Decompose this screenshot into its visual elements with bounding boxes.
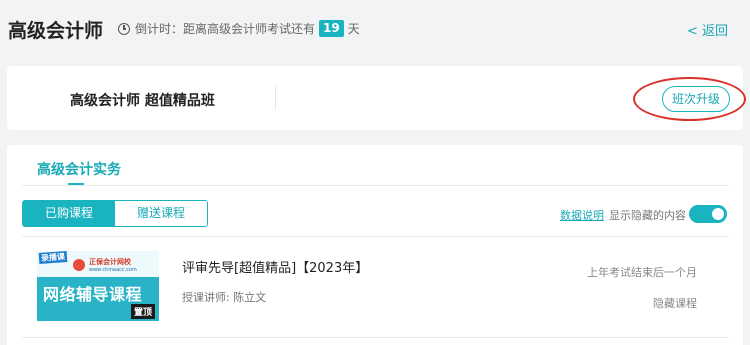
course-panel: 高级会计实务 已购课程 赠送课程 数据说明 显示隐藏的内容 录播课 正保会计网校… [7,145,743,345]
course-list-item: 录播课 正保会计网校 www.chinaacc.com 网络辅导课程 置顶 评审… [37,251,727,326]
pinned-badge: 置顶 [130,304,155,319]
course-expiry: 上年考试结束后一个月 [587,266,697,279]
data-help-link[interactable]: 数据说明 [560,207,604,223]
divider [22,185,729,186]
recorded-course-tag: 录播课 [38,251,68,264]
course-thumbnail[interactable]: 录播课 正保会计网校 www.chinaacc.com 网络辅导课程 置顶 [37,251,159,321]
page-title: 高级会计师 [8,20,104,42]
course-teacher: 授课讲师: 陈立文 [182,291,267,304]
thumbnail-title: 网络辅导课程 [43,285,143,304]
exam-countdown: 倒计时：距离高级会计师考试还有 19 天 [118,20,360,37]
divider [275,86,276,110]
class-name: 高级会计师 超值精品班 [70,93,215,109]
show-hidden-toggle[interactable] [689,205,727,223]
class-card: 高级会计师 超值精品班 班次升级 [7,66,743,130]
course-type-tabs: 已购课程 赠送课程 [22,200,208,227]
school-url: www.chinaacc.com [89,267,137,273]
divider [22,236,729,237]
school-logo-icon [73,259,85,271]
tab-gift-courses[interactable]: 赠送课程 [115,201,207,226]
countdown-unit: 天 [347,22,360,36]
show-hidden-label: 显示隐藏的内容 [609,209,686,222]
tab-purchased-courses[interactable]: 已购课程 [23,201,115,226]
hide-course-button[interactable]: 隐藏课程 [653,295,697,311]
top-bar: 高级会计师 倒计时：距离高级会计师考试还有 19 天 < 返回 [0,0,750,58]
course-title[interactable]: 评审先导[超值精品]【2023年】 [182,257,368,276]
back-link[interactable]: < 返回 [687,20,728,39]
toggle-knob [712,208,724,220]
upgrade-class-button[interactable]: 班次升级 [662,86,730,112]
divider [22,337,729,338]
tab-subject[interactable]: 高级会计实务 [37,159,121,179]
countdown-text: 倒计时：距离高级会计师考试还有 [135,22,316,36]
clock-icon [118,22,130,35]
school-name: 正保会计网校 [89,258,131,266]
countdown-days-badge: 19 [319,20,344,37]
